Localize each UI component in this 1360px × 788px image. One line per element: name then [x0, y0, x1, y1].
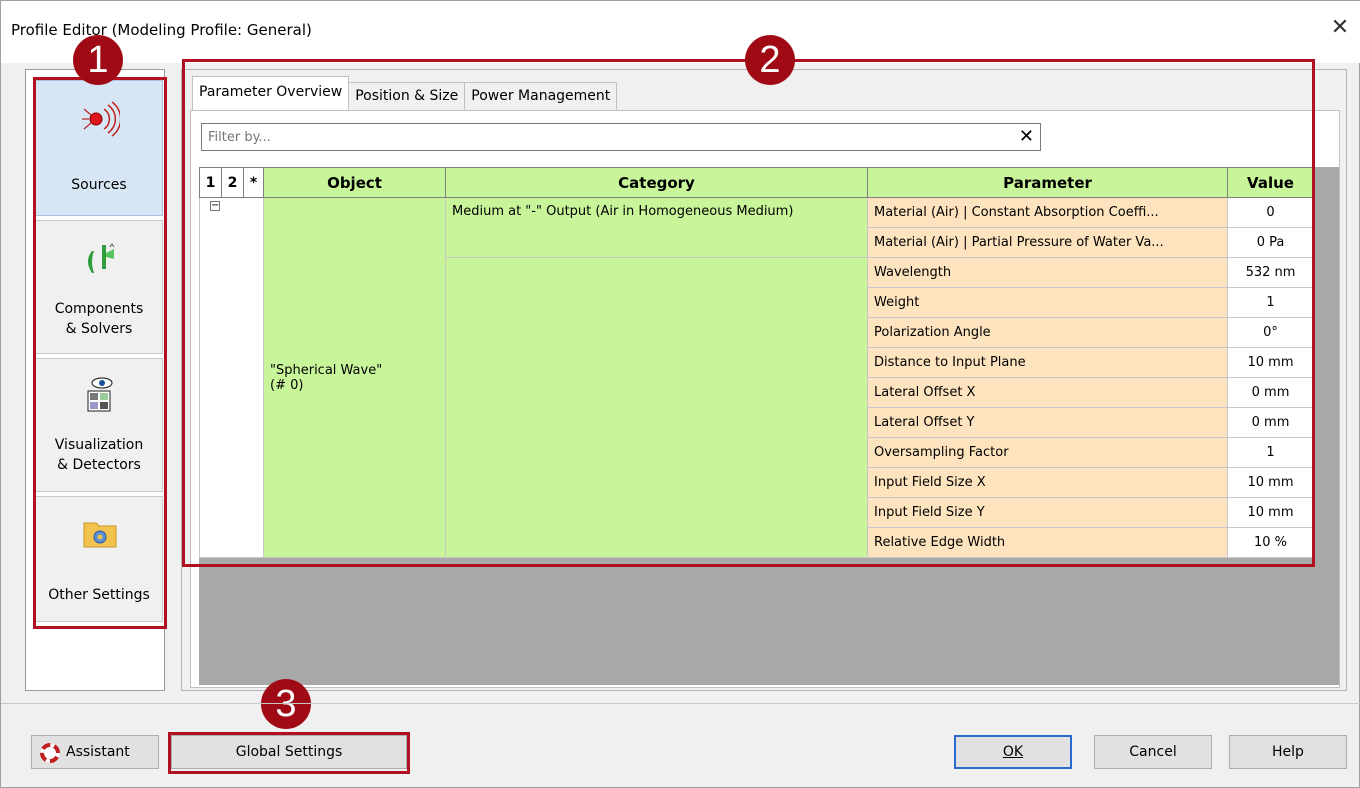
ok-label: OK: [1002, 744, 1024, 760]
annotation-badge-1: 1: [73, 35, 123, 85]
ok-button[interactable]: OK: [954, 735, 1072, 769]
profile-editor-window: Profile Editor (Modeling Profile: Genera…: [0, 0, 1360, 788]
annotation-box-1: [33, 77, 167, 629]
footer-divider: [1, 703, 1360, 704]
close-icon[interactable]: ✕: [1327, 15, 1353, 41]
annotation-badge-2: 2: [745, 35, 795, 85]
annotation-badge-3: 3: [261, 679, 311, 729]
assistant-button[interactable]: Assistant: [31, 735, 159, 769]
global-settings-button[interactable]: Global Settings: [171, 735, 407, 769]
window-title: Profile Editor (Modeling Profile: Genera…: [11, 21, 312, 39]
help-label: Help: [1272, 744, 1304, 760]
help-button[interactable]: Help: [1229, 735, 1347, 769]
annotation-box-2: [182, 59, 1315, 567]
assistant-label: Assistant: [66, 744, 130, 760]
cancel-button[interactable]: Cancel: [1094, 735, 1212, 769]
title-bar: Profile Editor (Modeling Profile: Genera…: [1, 1, 1360, 63]
lifebuoy-icon: [40, 743, 60, 763]
cancel-label: Cancel: [1129, 744, 1177, 760]
